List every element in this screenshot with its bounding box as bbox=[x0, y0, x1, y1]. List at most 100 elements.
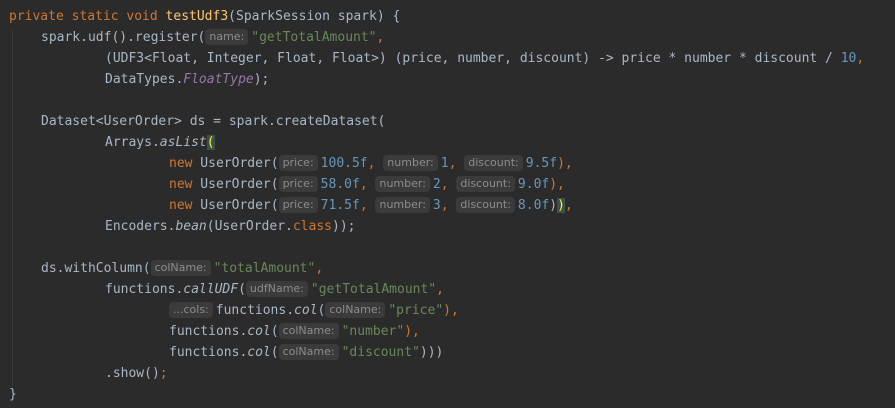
punct: ( bbox=[317, 303, 326, 318]
code-text: .show() bbox=[105, 366, 160, 381]
punct: , bbox=[448, 156, 465, 171]
string-literal: "number" bbox=[341, 324, 405, 339]
code-editor[interactable]: private static void testUdf3(SparkSessio… bbox=[0, 0, 895, 408]
punct: , bbox=[440, 198, 457, 213]
number-literal: 100.5f bbox=[320, 156, 368, 171]
number-literal: 10 bbox=[840, 51, 857, 66]
punct: , bbox=[436, 282, 444, 297]
number-literal: 9.0f bbox=[517, 177, 550, 192]
code-text: DataTypes. bbox=[105, 72, 184, 87]
punct: ), bbox=[443, 303, 459, 318]
param-hint: number: bbox=[375, 197, 430, 213]
code-line-8: new UserOrder(price: 100.5f, number: 1, di… bbox=[169, 153, 573, 174]
punct: ), bbox=[557, 156, 573, 171]
code-line-15: ...cols: functions.col(colName: "price"), bbox=[169, 300, 459, 321]
param-hint: number: bbox=[375, 176, 430, 192]
code-line-16: functions.col(colName: "number"), bbox=[169, 321, 420, 342]
param-hint: colName: bbox=[150, 260, 211, 276]
code-line-1: private static void testUdf3(SparkSessio… bbox=[9, 6, 400, 27]
code-text: (UserOrder. bbox=[206, 219, 293, 234]
code-line-9: new UserOrder(price: 58.0f, number: 2, dis… bbox=[169, 174, 565, 195]
param-hint: colName: bbox=[278, 323, 339, 339]
code-line-2: spark.udf().register(name: "getTotalAmoun… bbox=[41, 27, 384, 48]
code-text: ds.withColumn( bbox=[41, 261, 151, 276]
param-hint: discount: bbox=[464, 155, 523, 171]
static-method: bean bbox=[175, 219, 207, 234]
keyword-new: new bbox=[169, 156, 193, 171]
code-text: functions. bbox=[169, 345, 248, 360]
punct: , bbox=[856, 51, 865, 66]
punct: , bbox=[564, 198, 573, 213]
keyword-class: class bbox=[292, 219, 332, 234]
param-hint: price: bbox=[278, 176, 318, 192]
code-line-19: } bbox=[9, 384, 17, 405]
punct: ), bbox=[549, 177, 565, 192]
param-hint: name: bbox=[205, 29, 249, 45]
keywords: private static void bbox=[9, 9, 166, 24]
param-hint: ...cols: bbox=[169, 302, 213, 318]
closing-brace: } bbox=[9, 387, 17, 402]
matched-paren: ( bbox=[206, 135, 215, 150]
punct: ))) bbox=[419, 345, 444, 360]
code-text: functions. bbox=[105, 282, 184, 297]
param-hint: colName: bbox=[325, 302, 386, 318]
number-literal: 58.0f bbox=[320, 177, 360, 192]
param-hint: colName: bbox=[278, 344, 339, 360]
number-literal: 9.5f bbox=[525, 156, 558, 171]
punct: ), bbox=[404, 324, 420, 339]
signature: (SparkSession spark) { bbox=[228, 9, 401, 24]
code-text: Encoders. bbox=[105, 219, 176, 234]
punct: ; bbox=[159, 366, 168, 381]
punct: ( bbox=[270, 324, 279, 339]
punct: ( bbox=[270, 345, 279, 360]
static-method: col bbox=[294, 303, 318, 318]
string-literal: "getTotalAmount" bbox=[310, 282, 437, 297]
static-method: asList bbox=[159, 135, 207, 150]
string-literal: "totalAmount" bbox=[213, 261, 316, 276]
code-text: (UDF3<Float, Integer, Float, Float>) (pr… bbox=[105, 51, 841, 66]
code-text: Arrays. bbox=[105, 135, 160, 150]
punct: , bbox=[359, 177, 376, 192]
code-text: spark.udf().register( bbox=[41, 30, 206, 45]
code-line-4: DataTypes.FloatType); bbox=[105, 69, 269, 90]
code-line-10: new UserOrder(price: 71.5f, number: 3, dis… bbox=[169, 195, 573, 216]
number-literal: 1 bbox=[440, 156, 449, 171]
code-text: Dataset<UserOrder> ds = spark.createData… bbox=[41, 114, 386, 129]
number-literal: 2 bbox=[432, 177, 441, 192]
punct: )); bbox=[332, 219, 356, 234]
indent-guide bbox=[12, 30, 13, 386]
code-text: functions. bbox=[169, 324, 248, 339]
code-line-14: functions.callUDF(udfName: "getTotalAmoun… bbox=[105, 279, 444, 300]
string-literal: "discount" bbox=[341, 345, 420, 360]
static-method: callUDF bbox=[183, 282, 239, 297]
matched-paren: ) bbox=[557, 198, 565, 213]
constructor: UserOrder( bbox=[192, 177, 279, 192]
static-field: FloatType bbox=[183, 72, 254, 87]
code-line-3: (UDF3<Float, Integer, Float, Float>) (pr… bbox=[105, 48, 864, 69]
constructor: UserOrder( bbox=[192, 198, 279, 213]
constructor: UserOrder( bbox=[192, 156, 279, 171]
punct: , bbox=[359, 198, 376, 213]
string-literal: "getTotalAmount" bbox=[251, 30, 377, 45]
param-hint: number: bbox=[383, 155, 438, 171]
code-line-6: Dataset<UserOrder> ds = spark.createData… bbox=[41, 111, 385, 132]
punct: , bbox=[376, 30, 385, 45]
punct: , bbox=[440, 177, 457, 192]
punct: , bbox=[315, 261, 324, 276]
keyword-new: new bbox=[169, 177, 193, 192]
punct: ( bbox=[238, 282, 246, 297]
param-hint: discount: bbox=[456, 176, 515, 192]
static-method: col bbox=[247, 324, 271, 339]
punct: , bbox=[367, 156, 384, 171]
code-line-7: Arrays.asList( bbox=[105, 132, 215, 153]
param-hint: price: bbox=[278, 155, 318, 171]
method-name: testUdf3 bbox=[165, 9, 229, 24]
punct: ); bbox=[253, 72, 270, 87]
number-literal: 3 bbox=[432, 198, 441, 213]
param-hint: price: bbox=[278, 197, 318, 213]
keyword-new: new bbox=[169, 198, 193, 213]
code-line-13: ds.withColumn(colName: "totalAmount", bbox=[41, 258, 323, 279]
code-text: functions. bbox=[215, 303, 295, 318]
param-hint: udfName: bbox=[245, 281, 308, 297]
punct: ) bbox=[549, 198, 558, 213]
